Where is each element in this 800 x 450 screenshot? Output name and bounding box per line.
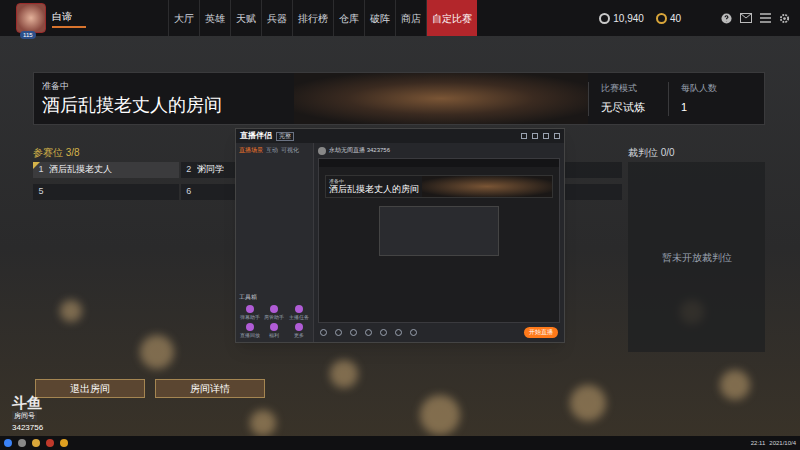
taskbar-app-icon[interactable] (4, 439, 12, 447)
help-icon[interactable] (721, 13, 732, 24)
top-bar: 115白谛大厅英雄天赋兵器排行榜仓库破阵商店自定比赛10,94040 (0, 0, 800, 36)
tool-button[interactable]: 福利 (264, 323, 286, 338)
window-control-icon[interactable] (532, 133, 538, 139)
app-tab[interactable]: 可视化 (281, 146, 299, 154)
referees-label: 裁判位 0/0 (628, 145, 765, 160)
toolbar-icon[interactable] (365, 329, 372, 336)
bokeh-light (570, 385, 606, 421)
slot-number: 2 (181, 163, 197, 177)
nav-item[interactable]: 英雄 (199, 0, 230, 36)
leader-icon (33, 162, 40, 169)
room-status: 准备中 (42, 80, 294, 94)
bokeh-light (720, 370, 750, 400)
stream-preview: 准备中酒后乱摸老丈人的房间 (318, 158, 560, 323)
taskbar-app-icon[interactable] (46, 439, 54, 447)
gear-icon[interactable] (779, 13, 790, 24)
coin-icon (599, 13, 610, 24)
slot-number: 5 (33, 185, 49, 199)
nav-item[interactable]: 兵器 (261, 0, 292, 36)
participant-slot[interactable]: 5 (33, 184, 179, 200)
team-size: 1 (681, 99, 752, 116)
toolbox-label: 工具箱 (239, 293, 310, 302)
coin-icon (656, 13, 667, 24)
taskbar-app-icon[interactable] (18, 439, 26, 447)
slot-name: 粥同学 (197, 163, 224, 177)
toolbar-icon[interactable] (380, 329, 387, 336)
bokeh-light (60, 300, 82, 322)
window-control-icon[interactable] (543, 133, 549, 139)
tool-icon (295, 305, 303, 313)
nav-item[interactable]: 排行榜 (292, 0, 333, 36)
mail-icon[interactable] (740, 13, 752, 23)
referees: 裁判位 0/0 暂未开放裁判位 (628, 145, 765, 352)
app-tab[interactable]: 互动 (266, 146, 278, 154)
toolbar-icon[interactable] (350, 329, 357, 336)
tool-button[interactable]: 更多 (288, 323, 310, 338)
bokeh-light (330, 360, 358, 388)
bokeh-light (140, 335, 174, 369)
window-control-icon[interactable] (554, 133, 560, 139)
nav-item[interactable]: 自定比赛 (426, 0, 477, 36)
nav-item[interactable]: 仓库 (333, 0, 364, 36)
douyu-watermark: 斗鱼房间号3423756 (12, 394, 43, 434)
taskbar: 22:112021/10/4 (0, 436, 800, 450)
tool-icon (295, 323, 303, 331)
nav-item[interactable]: 商店 (395, 0, 426, 36)
nav-item[interactable]: 破阵 (364, 0, 395, 36)
avatar (16, 3, 46, 33)
tool-icon (270, 323, 278, 331)
app-logo: 直播伴侣 (240, 130, 272, 142)
room-banner: 准备中酒后乱摸老丈人的房间比赛模式无尽试炼每队人数1 (33, 72, 765, 125)
tool-button[interactable]: 房管助手 (264, 305, 286, 320)
tool-button[interactable]: 弹幕助手 (239, 305, 261, 320)
taskbar-app-icon[interactable] (60, 439, 68, 447)
game-screen: 115白谛大厅英雄天赋兵器排行榜仓库破阵商店自定比赛10,94040准备中酒后乱… (0, 0, 800, 450)
bokeh-light (250, 410, 276, 436)
player-name: 白谛 (52, 9, 86, 24)
app-sidebar: 直播场景互动可视化工具箱弹幕助手房管助手主播任务直播回放福利更多 (236, 143, 314, 342)
slot-name: 酒后乱摸老丈人 (49, 163, 112, 177)
nav-item[interactable]: 天赋 (230, 0, 261, 36)
participant-slot[interactable]: 1酒后乱摸老丈人 (33, 162, 179, 178)
menu-icon[interactable] (760, 13, 771, 23)
player-card[interactable]: 115白谛 (0, 3, 160, 33)
match-mode: 无尽试炼 (601, 99, 656, 116)
toolbar-icon[interactable] (335, 329, 342, 336)
stream-toolbar: 开始直播 (314, 323, 564, 342)
currency: 10,940 (599, 11, 644, 26)
banner-art (294, 73, 588, 124)
currency: 40 (656, 11, 681, 26)
referee-panel: 暂未开放裁判位 (628, 162, 765, 352)
exp-bar (52, 26, 86, 28)
app-tab[interactable]: 直播场景 (239, 146, 263, 154)
level-badge: 115 (20, 31, 36, 39)
start-stream-button[interactable]: 开始直播 (524, 327, 558, 338)
toolbar-icon[interactable] (320, 329, 327, 336)
toolbar-icon[interactable] (395, 329, 402, 336)
tool-icon (270, 305, 278, 313)
slot-number: 6 (181, 185, 197, 199)
tool-button[interactable]: 主播任务 (288, 305, 310, 320)
tool-icon (246, 323, 254, 331)
taskbar-app-icon[interactable] (32, 439, 40, 447)
bokeh-light (420, 395, 460, 435)
room-button[interactable]: 房间详情 (155, 379, 265, 398)
window-control-icon[interactable] (521, 133, 527, 139)
room-title: 酒后乱摸老丈人的房间 (42, 93, 294, 117)
nav-bar: 大厅英雄天赋兵器排行榜仓库破阵商店自定比赛 (168, 0, 477, 36)
version-badge: 完整 (276, 132, 294, 141)
tool-icon (246, 305, 254, 313)
room-header: 永劫无间直播 3423756 (314, 143, 564, 158)
toolbar-icon[interactable] (410, 329, 417, 336)
nav-item[interactable]: 大厅 (168, 0, 199, 36)
tool-button[interactable]: 直播回放 (239, 323, 261, 338)
window-title-bar: 直播伴侣完整 (236, 129, 564, 143)
streaming-app-window[interactable]: 直播伴侣完整直播场景互动可视化工具箱弹幕助手房管助手主播任务直播回放福利更多永劫… (235, 128, 565, 343)
room-button[interactable]: 退出房间 (35, 379, 145, 398)
